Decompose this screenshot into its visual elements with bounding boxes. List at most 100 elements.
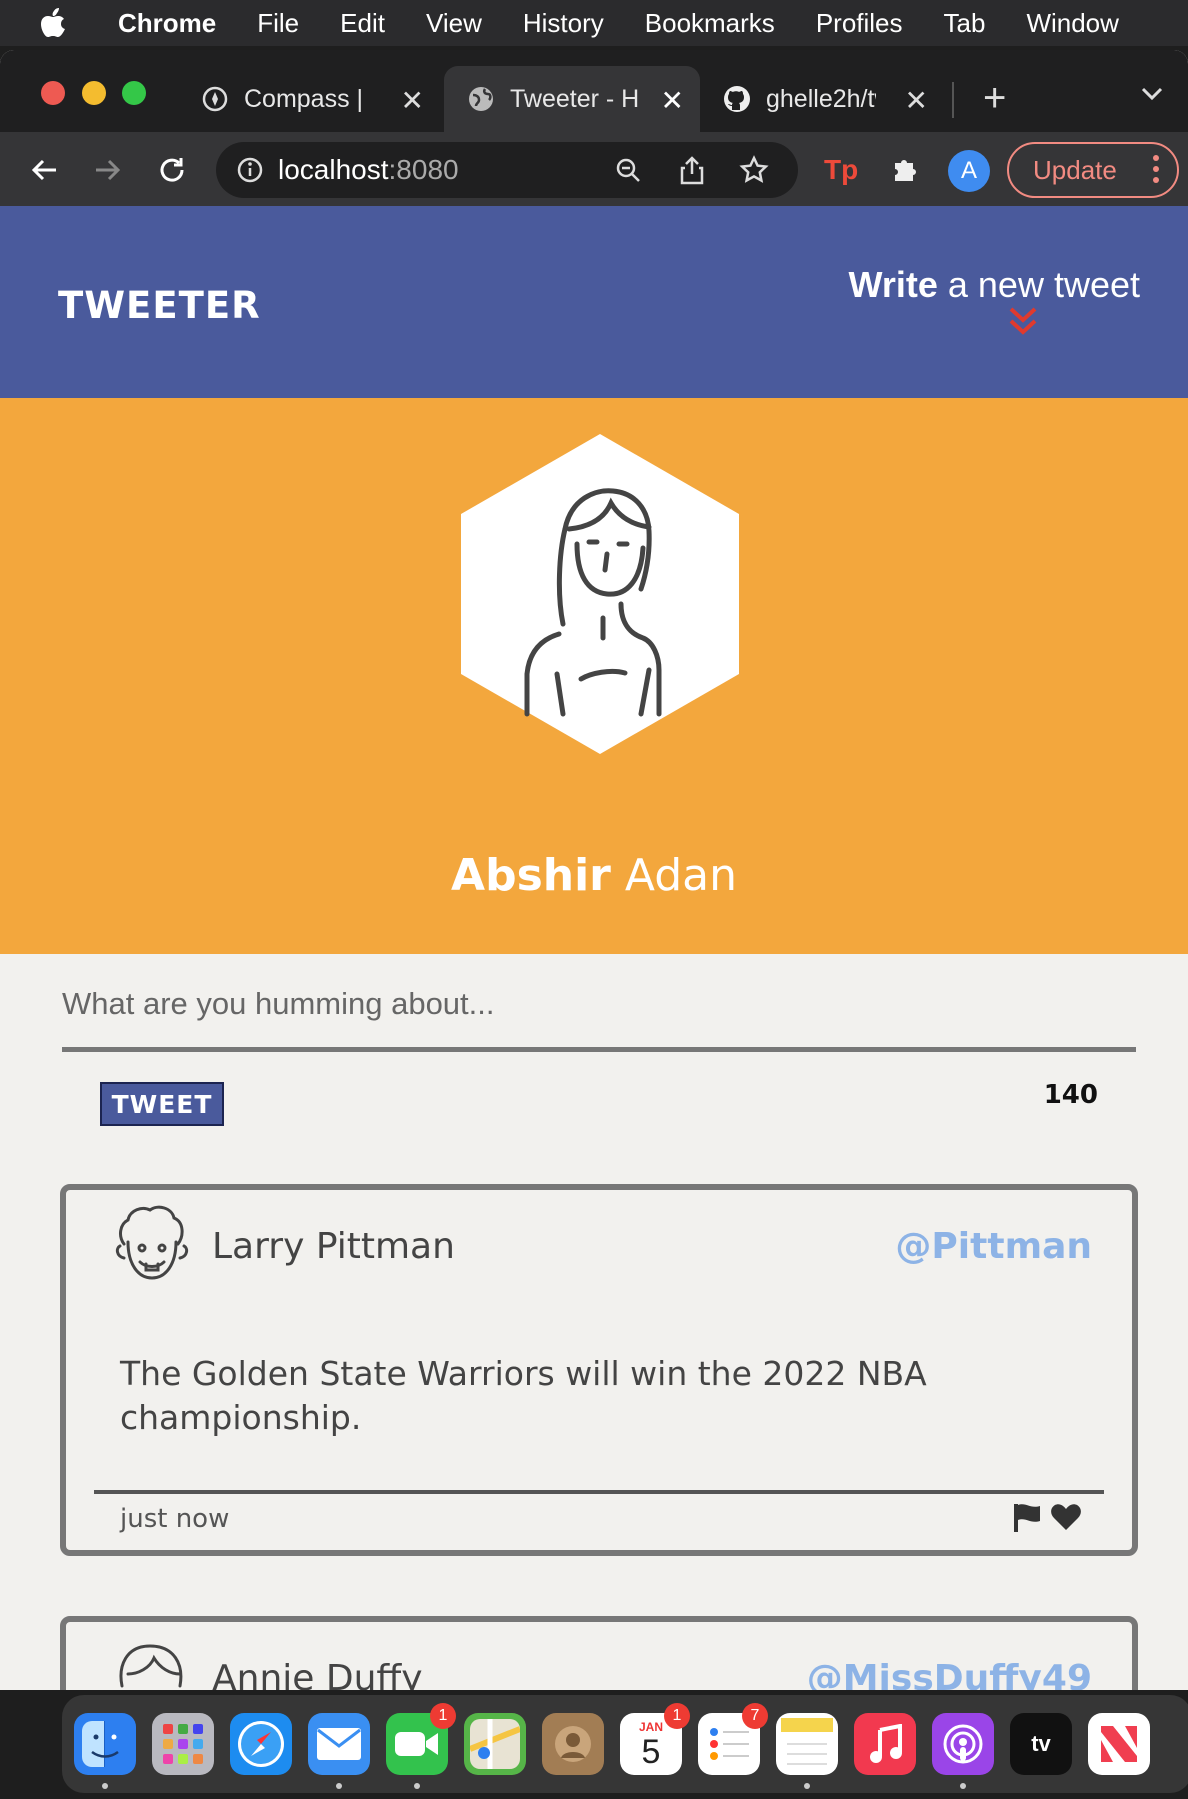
- profile-username: Abshir Adan: [0, 850, 1188, 901]
- tab-title: Tweeter - H: [510, 84, 640, 113]
- tweet-submit-button[interactable]: TWEET: [100, 1082, 224, 1126]
- menu-bar: Chrome File Edit View History Bookmarks …: [0, 0, 1188, 46]
- heart-icon[interactable]: [1050, 1502, 1082, 1536]
- menu-history[interactable]: History: [523, 8, 604, 39]
- close-window-button[interactable]: [41, 81, 65, 105]
- launchpad-icon[interactable]: [152, 1713, 214, 1775]
- close-icon[interactable]: ✕: [661, 84, 684, 117]
- flag-icon[interactable]: [1012, 1502, 1044, 1536]
- tweet-content: The Golden State Warriors will win the 2…: [120, 1354, 927, 1437]
- more-menu-icon[interactable]: [1153, 154, 1159, 191]
- calendar-month: JAN: [638, 1720, 663, 1734]
- dock: 1 JAN 5 1 7 tv: [62, 1695, 1188, 1793]
- tp-extension-icon[interactable]: Tp: [822, 148, 862, 190]
- user-last-name: Adan: [610, 850, 737, 901]
- share-icon[interactable]: [676, 154, 708, 186]
- reload-icon[interactable]: [152, 150, 192, 190]
- running-indicator: [414, 1783, 420, 1789]
- tab-github[interactable]: ghelle2h/tw ✕: [722, 66, 944, 132]
- svg-text:Tp: Tp: [824, 154, 858, 185]
- tweeter-page: TWEETER Write a new tweet Abshir Adan Wh…: [0, 206, 1188, 1690]
- tab-strip: Compass | ✕ Tweeter - H ✕ ghelle2h/tw ✕ …: [0, 50, 1188, 132]
- update-label: Update: [1033, 154, 1117, 185]
- notes-icon[interactable]: [776, 1713, 838, 1789]
- tweet-author-name: Annie Duffy: [212, 1658, 423, 1690]
- menu-view[interactable]: View: [426, 8, 482, 39]
- info-icon[interactable]: [236, 156, 264, 184]
- brand-logo[interactable]: TWEETER: [58, 284, 261, 327]
- safari-icon[interactable]: [230, 1713, 292, 1775]
- url-host: localhost: [278, 154, 389, 185]
- notification-badge: 1: [430, 1703, 456, 1729]
- tweet-actions: [1012, 1502, 1082, 1536]
- double-chevron-down-icon[interactable]: [1008, 306, 1038, 340]
- running-indicator: [960, 1783, 966, 1789]
- compose-bold: Write: [848, 264, 938, 305]
- facetime-icon[interactable]: 1: [386, 1703, 456, 1789]
- music-icon[interactable]: [854, 1713, 916, 1775]
- tweet-card: Annie Duffy @MissDuffy49: [60, 1616, 1138, 1690]
- running-indicator: [102, 1783, 108, 1789]
- url-port: :8080: [388, 154, 459, 185]
- chevron-down-icon[interactable]: [1140, 86, 1164, 107]
- notification-badge: 7: [742, 1703, 768, 1729]
- close-icon[interactable]: ✕: [905, 84, 928, 117]
- contacts-icon[interactable]: [542, 1713, 604, 1775]
- browser-toolbar: localhost:8080 Tp A Update: [0, 132, 1188, 206]
- zoom-window-button[interactable]: [122, 81, 146, 105]
- update-button[interactable]: Update: [1007, 142, 1179, 198]
- user-first-name: Abshir: [451, 850, 611, 901]
- menu-bookmarks[interactable]: Bookmarks: [645, 8, 775, 39]
- tweet-composer: TWEET 140: [0, 954, 1188, 1184]
- tweet-card: Larry Pittman @Pittman The Golden State …: [60, 1184, 1138, 1556]
- compass-icon: [200, 84, 230, 114]
- menu-edit[interactable]: Edit: [340, 8, 385, 39]
- menu-profiles[interactable]: Profiles: [816, 8, 903, 39]
- news-icon[interactable]: [1088, 1713, 1150, 1775]
- tweet-divider: [94, 1490, 1104, 1494]
- podcasts-icon[interactable]: [932, 1713, 994, 1789]
- finder-icon[interactable]: [74, 1713, 136, 1789]
- star-icon[interactable]: [738, 154, 770, 186]
- notification-badge: 1: [664, 1703, 690, 1729]
- top-nav: TWEETER Write a new tweet: [0, 206, 1188, 398]
- calendar-icon[interactable]: JAN 5 1: [620, 1703, 690, 1775]
- maps-icon[interactable]: [464, 1713, 526, 1775]
- zoom-icon[interactable]: [612, 154, 644, 186]
- menu-file[interactable]: File: [257, 8, 299, 39]
- tab-tweeter[interactable]: Tweeter - H ✕: [444, 66, 700, 132]
- profile-avatar[interactable]: A: [948, 150, 990, 192]
- mail-icon[interactable]: [308, 1713, 370, 1789]
- minimize-window-button[interactable]: [82, 81, 106, 105]
- running-indicator: [336, 1783, 342, 1789]
- menu-chrome[interactable]: Chrome: [118, 8, 216, 39]
- tweet-avatar: [110, 1636, 192, 1690]
- menu-window[interactable]: Window: [1026, 8, 1118, 39]
- back-icon[interactable]: [24, 150, 64, 190]
- tab-title: ghelle2h/tw: [766, 84, 876, 113]
- char-counter: 140: [1043, 1080, 1098, 1110]
- address-bar[interactable]: localhost:8080: [216, 142, 798, 198]
- running-indicator: [804, 1783, 810, 1789]
- tweet-author-name: Larry Pittman: [212, 1226, 455, 1267]
- profile-header: Abshir Adan: [0, 398, 1188, 954]
- tweet-author-handle[interactable]: @MissDuffy49: [807, 1658, 1092, 1690]
- apple-tv-icon[interactable]: tv: [1010, 1713, 1072, 1775]
- write-new-tweet-link[interactable]: Write a new tweet: [849, 264, 1140, 306]
- puzzle-icon[interactable]: [886, 148, 926, 190]
- url-text: localhost:8080: [278, 154, 459, 186]
- tv-label: tv: [1031, 1731, 1051, 1756]
- tweet-text-input[interactable]: [62, 974, 1136, 1052]
- calendar-day: 5: [641, 1733, 661, 1771]
- forward-icon[interactable]: [88, 150, 128, 190]
- close-icon[interactable]: ✕: [401, 84, 424, 117]
- github-icon: [722, 84, 752, 114]
- menu-tab[interactable]: Tab: [944, 8, 986, 39]
- tweet-author-handle[interactable]: @Pittman: [895, 1226, 1092, 1267]
- tab-compass[interactable]: Compass | ✕: [200, 66, 440, 132]
- tweet-timestamp: just now: [120, 1504, 230, 1534]
- apple-icon[interactable]: [40, 8, 88, 38]
- reminders-icon[interactable]: 7: [698, 1703, 768, 1775]
- new-tab-button[interactable]: +: [983, 78, 1006, 118]
- tab-title: Compass |: [244, 84, 364, 113]
